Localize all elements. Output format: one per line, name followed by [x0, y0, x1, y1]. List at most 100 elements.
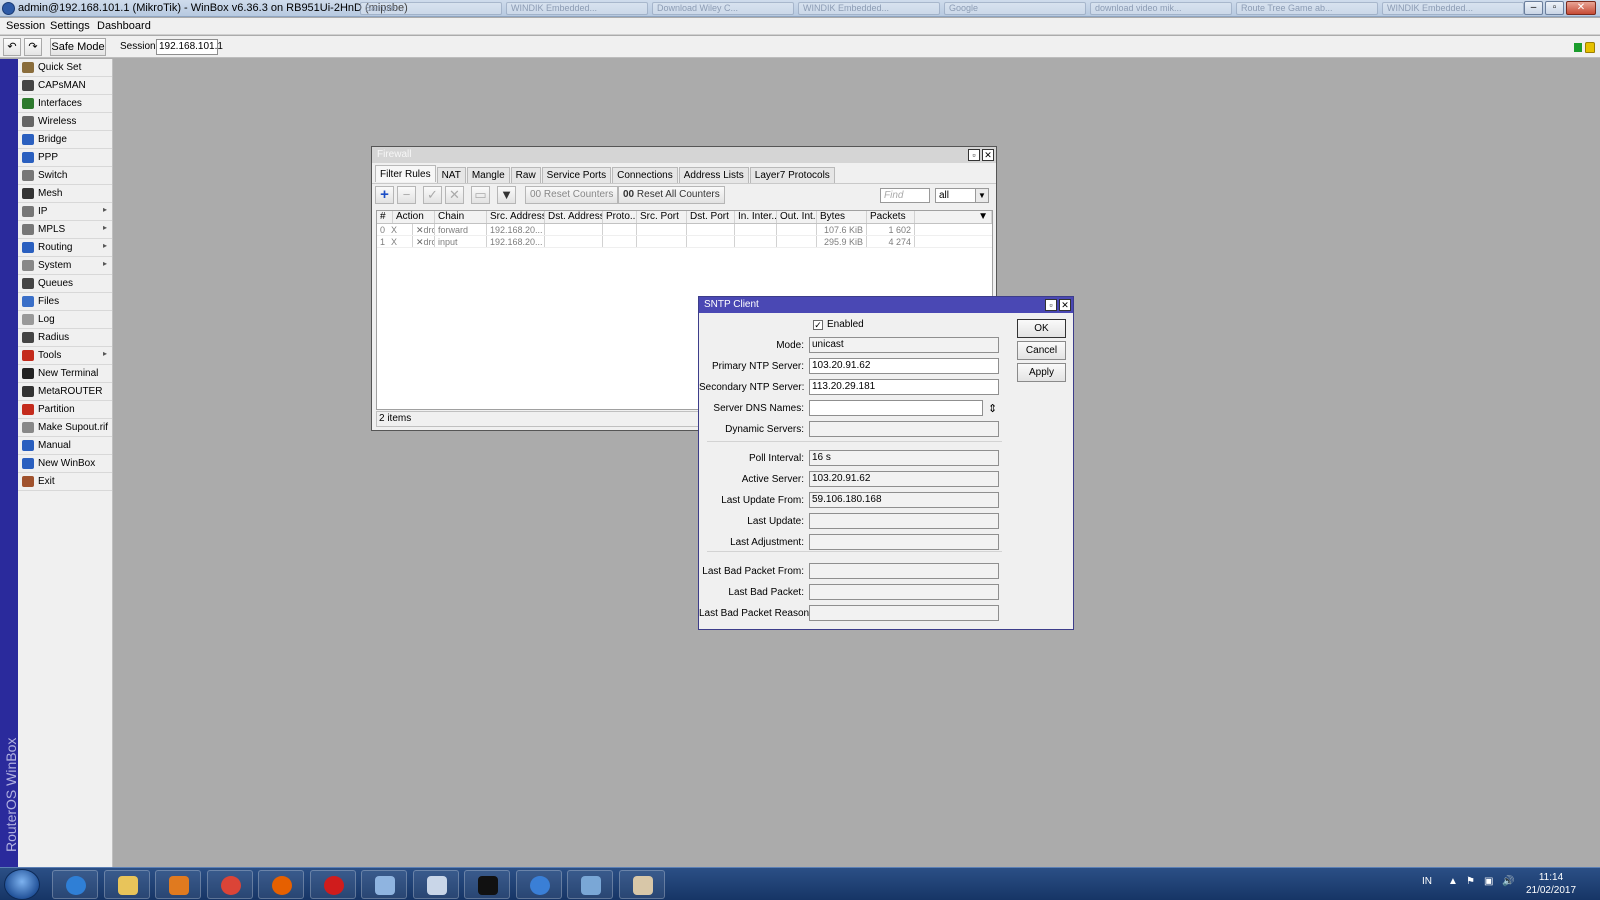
close-button[interactable]: ✕: [1566, 1, 1596, 15]
tab-connections[interactable]: Connections: [612, 167, 678, 183]
action-center-flag-icon[interactable]: ⚑: [1466, 876, 1475, 887]
volume-icon[interactable]: 🔊: [1502, 876, 1514, 887]
sidebar-item-queues[interactable]: Queues: [18, 275, 112, 293]
column-header[interactable]: Packets: [867, 211, 915, 223]
reset-all-counters-button[interactable]: 00 Reset All Counters: [618, 186, 725, 204]
minimize-button[interactable]: –: [1524, 1, 1543, 15]
tray-expand-icon[interactable]: ▲: [1448, 876, 1458, 887]
comment-button[interactable]: ▭: [471, 186, 490, 204]
sidebar-item-mesh[interactable]: Mesh: [18, 185, 112, 203]
column-header[interactable]: Dst. Port: [687, 211, 735, 223]
system-clock[interactable]: 11:14 21/02/2017: [1516, 871, 1586, 897]
safe-mode-button[interactable]: Safe Mode: [50, 38, 106, 56]
undo-button[interactable]: ↶: [3, 38, 21, 56]
language-indicator[interactable]: IN: [1422, 876, 1432, 887]
cancel-button[interactable]: Cancel: [1017, 341, 1066, 360]
tab-mangle[interactable]: Mangle: [466, 167, 510, 183]
taskbar-app[interactable]: [258, 870, 304, 899]
primary-field[interactable]: 103.20.91.62: [809, 358, 999, 374]
sidebar-item-log[interactable]: Log: [18, 311, 112, 329]
tab-address-lists[interactable]: Address Lists: [678, 167, 749, 183]
sidebar-item-ppp[interactable]: PPP: [18, 149, 112, 167]
sidebar-item-radius[interactable]: Radius: [18, 329, 112, 347]
enable-rule-button[interactable]: ✓: [423, 186, 442, 204]
disable-rule-button[interactable]: ✕: [445, 186, 464, 204]
table-row[interactable]: 1X✕dropinput192.168.20...295.9 KiB4 274: [377, 236, 992, 248]
column-header[interactable]: Action: [393, 211, 435, 223]
ok-button[interactable]: OK: [1017, 319, 1066, 338]
sidebar-item-routing[interactable]: Routing ▸: [18, 239, 112, 257]
chain-filter-select[interactable]: all ▼: [935, 188, 989, 203]
enabled-checkbox[interactable]: ✓ Enabled: [813, 319, 864, 330]
column-header[interactable]: Src. Address: [487, 211, 545, 223]
sidebar-item-new-terminal[interactable]: New Terminal: [18, 365, 112, 383]
reset-counters-button[interactable]: 00 Reset Counters: [525, 186, 619, 204]
sidebar-item-make-supout-rif[interactable]: Make Supout.rif: [18, 419, 112, 437]
filter-button[interactable]: ▼: [497, 186, 516, 204]
sidebar-item-bridge[interactable]: Bridge: [18, 131, 112, 149]
tab-nat[interactable]: NAT: [436, 167, 466, 183]
secondary-field[interactable]: 113.20.29.181: [809, 379, 999, 395]
sidebar-item-wireless[interactable]: Wireless: [18, 113, 112, 131]
column-header[interactable]: Src. Port: [637, 211, 687, 223]
maximize-button[interactable]: ▫: [1545, 1, 1564, 15]
firewall-titlebar[interactable]: Firewall ▫ ✕: [372, 147, 996, 163]
sidebar-item-partition[interactable]: Partition: [18, 401, 112, 419]
taskbar-app[interactable]: [464, 870, 510, 899]
tab-raw[interactable]: Raw: [510, 167, 541, 183]
sidebar-item-exit[interactable]: Exit: [18, 473, 112, 491]
menu-session[interactable]: Session: [6, 20, 45, 32]
start-button[interactable]: [4, 869, 40, 900]
browser-tab[interactable]: download video mik...: [1090, 2, 1232, 15]
taskbar-app[interactable]: [515, 870, 562, 899]
column-header[interactable]: #: [377, 211, 393, 223]
taskbar-app[interactable]: [103, 870, 150, 899]
table-row[interactable]: 0X✕dropforward192.168.20...107.6 KiB1 60…: [377, 224, 992, 236]
tab-filter-rules[interactable]: Filter Rules: [375, 165, 436, 182]
sntp-maximize-button[interactable]: ▫: [1045, 299, 1057, 311]
column-header[interactable]: Bytes: [817, 211, 867, 223]
firewall-close-button[interactable]: ✕: [982, 149, 994, 161]
menu-settings[interactable]: Settings: [50, 20, 90, 32]
add-rule-button[interactable]: +: [375, 186, 394, 204]
sidebar-item-capsman[interactable]: CAPsMAN: [18, 77, 112, 95]
sidebar-item-tools[interactable]: Tools ▸: [18, 347, 112, 365]
sidebar-item-metarouter[interactable]: MetaROUTER: [18, 383, 112, 401]
network-icon[interactable]: ▣: [1484, 876, 1493, 887]
column-header[interactable]: Dst. Address: [545, 211, 603, 223]
sidebar-item-files[interactable]: Files: [18, 293, 112, 311]
tab-layer7-protocols[interactable]: Layer7 Protocols: [749, 167, 835, 183]
taskbar-app[interactable]: [412, 870, 459, 899]
column-header[interactable]: Chain: [435, 211, 487, 223]
browser-tab[interactable]: Route Tree Game ab...: [1236, 2, 1378, 15]
remove-rule-button[interactable]: −: [397, 186, 416, 204]
session-field[interactable]: 192.168.101.1: [156, 39, 223, 55]
sidebar-item-interfaces[interactable]: Interfaces: [18, 95, 112, 113]
browser-tab[interactable]: WINDIK Embedded...: [798, 2, 940, 15]
taskbar-app[interactable]: [618, 870, 665, 899]
sntp-titlebar[interactable]: SNTP Client ▫ ✕: [699, 297, 1073, 313]
add-remove-arrows-icon[interactable]: ⇕: [988, 402, 997, 415]
taskbar-app[interactable]: [361, 870, 407, 899]
sntp-close-button[interactable]: ✕: [1059, 299, 1071, 311]
column-header[interactable]: Out. Int...: [777, 211, 817, 223]
tab-service-ports[interactable]: Service Ports: [541, 167, 612, 183]
taskbar-app[interactable]: [52, 870, 98, 899]
column-header[interactable]: Proto...: [603, 211, 637, 223]
taskbar-app[interactable]: [206, 870, 253, 899]
sidebar-item-mpls[interactable]: MPLS ▸: [18, 221, 112, 239]
redo-button[interactable]: ↷: [24, 38, 42, 56]
sidebar-item-quick-set[interactable]: Quick Set: [18, 59, 112, 77]
taskbar-app[interactable]: [309, 870, 356, 899]
sidebar-item-system[interactable]: System ▸: [18, 257, 112, 275]
firewall-maximize-button[interactable]: ▫: [968, 149, 980, 161]
browser-tab[interactable]: WINDIK Embedded...: [506, 2, 648, 15]
browser-tab[interactable]: Sample...: [360, 2, 502, 15]
sidebar-item-manual[interactable]: Manual: [18, 437, 112, 455]
sidebar-item-switch[interactable]: Switch: [18, 167, 112, 185]
taskbar-app[interactable]: [567, 870, 613, 899]
browser-tab[interactable]: WINDIK Embedded...: [1382, 2, 1524, 15]
taskbar-app[interactable]: [155, 870, 201, 899]
dns-field[interactable]: [809, 400, 983, 416]
column-header[interactable]: In. Inter...: [735, 211, 777, 223]
